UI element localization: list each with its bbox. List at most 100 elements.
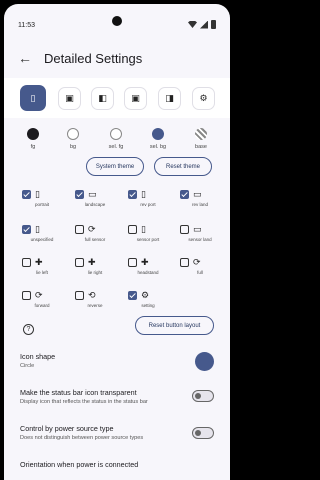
headstand-icon: ✚	[141, 257, 149, 267]
reset-layout-button[interactable]: Reset button layout	[135, 316, 214, 335]
option-label: sensor port	[136, 237, 160, 242]
option-label: landscape	[84, 202, 106, 207]
orientation-power-title: Orientation when power is connected	[20, 460, 139, 469]
transparent-title: Make the status bar icon transparent	[20, 388, 137, 397]
color-label-sel-fg: sel. fg	[108, 144, 124, 150]
power-source-toggle[interactable]	[192, 427, 214, 439]
checkbox[interactable]	[180, 258, 189, 267]
top-icon-landscape[interactable]: ◧	[91, 86, 114, 110]
option-label: full	[197, 270, 203, 275]
checkbox[interactable]	[180, 190, 189, 199]
color-swatch-sel-fg[interactable]	[110, 128, 122, 140]
checkbox[interactable]	[75, 225, 84, 234]
checkbox[interactable]	[128, 258, 137, 267]
wifi-icon	[188, 21, 197, 28]
option-label: headstand	[137, 270, 159, 275]
icon-shape-title: Icon shape	[20, 352, 56, 361]
option-reverse[interactable]: ⟲ reverse	[73, 291, 125, 315]
gear-icon: ⚙	[199, 92, 208, 103]
unspecified-icon: ▯	[35, 224, 40, 234]
color-label-sel-bg: sel. bg	[149, 144, 167, 150]
status-bar: 11:53	[4, 4, 230, 38]
rev-portrait-icon: ▯	[141, 189, 146, 199]
power-source-subtitle: Does not distinguish between power sourc…	[20, 435, 144, 441]
option-label: forward	[34, 303, 50, 308]
icon-preview-row: ▯ ▣ ◧ ▣ ◨ ⚙	[4, 78, 230, 118]
option-label: full sensor	[84, 237, 106, 242]
option-label: reverse	[87, 303, 103, 308]
full-rotation-icon: ⟳	[193, 257, 201, 267]
option-unspecified[interactable]: ▯ unspecified	[20, 225, 72, 249]
option-label: rev land	[191, 202, 208, 207]
power-source-title: Control by power source type	[20, 424, 114, 433]
checkbox[interactable]	[128, 291, 137, 300]
option-label: setting	[141, 303, 155, 308]
option-sensor-port[interactable]: ▯ sensor port	[126, 225, 178, 249]
option-rev-land[interactable]: ▭ rev land	[178, 190, 230, 214]
rev-landscape-icon: ▭	[193, 189, 202, 199]
reset-theme-button[interactable]: Reset theme	[154, 157, 212, 176]
battery-icon	[211, 20, 216, 29]
option-forward[interactable]: ⟳ forward	[20, 291, 72, 315]
portrait-phone-icon: ▣	[65, 92, 74, 103]
system-theme-button[interactable]: System theme	[86, 157, 144, 176]
option-rev-port[interactable]: ▯ rev port	[126, 190, 178, 214]
option-headstand[interactable]: ✚ headstand	[126, 258, 178, 282]
transparent-subtitle: Display icon that reflects the status in…	[20, 399, 148, 405]
option-full[interactable]: ⟳ full	[178, 258, 230, 282]
checkbox[interactable]	[22, 225, 31, 234]
help-icon[interactable]: ?	[23, 324, 34, 335]
option-label: sensor land	[188, 237, 212, 242]
top-icon-portrait-phone[interactable]: ▣	[58, 86, 81, 110]
status-icons	[188, 20, 216, 29]
color-label-bg: bg	[69, 144, 77, 150]
rev-landscape-icon: ◨	[165, 92, 174, 103]
top-icon-settings[interactable]: ⚙	[192, 86, 215, 110]
back-arrow-icon[interactable]: ←	[18, 50, 34, 66]
option-label: unspecified	[30, 237, 54, 242]
top-icon-rev-portrait[interactable]: ▣	[124, 86, 147, 110]
lie-left-icon: ✚	[35, 257, 43, 267]
portrait-icon: ▯	[30, 92, 36, 103]
checkbox[interactable]	[180, 225, 189, 234]
rev-portrait-icon: ▣	[131, 92, 140, 103]
option-label: lie left	[36, 270, 48, 275]
option-portrait[interactable]: ▯ portrait	[20, 190, 72, 214]
transparent-toggle[interactable]	[192, 390, 214, 402]
icon-shape-preview	[195, 352, 214, 371]
option-lie-left[interactable]: ✚ lie left	[20, 258, 72, 282]
color-label-fg: fg	[30, 144, 36, 150]
landscape-phone-icon: ◧	[98, 92, 107, 103]
lie-right-icon: ✚	[88, 257, 96, 267]
option-lie-right[interactable]: ✚ lie right	[73, 258, 125, 282]
top-icon-rev-landscape[interactable]: ◨	[158, 86, 181, 110]
sensor-landscape-icon: ▭	[193, 224, 202, 234]
forward-rotation-icon: ⟳	[35, 290, 43, 300]
color-swatch-base[interactable]	[195, 128, 207, 140]
color-swatch-sel-bg[interactable]	[152, 128, 164, 140]
option-label: portrait	[34, 202, 49, 207]
checkbox[interactable]	[22, 258, 31, 267]
option-label: lie right	[87, 270, 103, 275]
checkbox[interactable]	[128, 190, 137, 199]
checkbox[interactable]	[75, 258, 84, 267]
top-icon-portrait[interactable]: ▯	[20, 85, 46, 111]
color-swatch-fg[interactable]	[27, 128, 39, 140]
option-setting[interactable]: ⚙ setting	[126, 291, 178, 315]
icon-shape-value: Circle	[20, 363, 35, 369]
color-swatch-bg[interactable]	[67, 128, 79, 140]
option-full-sensor[interactable]: ⟳ full sensor	[73, 225, 125, 249]
color-settings: fg bg sel. fg sel. bg base	[4, 122, 230, 152]
option-sensor-land[interactable]: ▭ sensor land	[178, 225, 230, 249]
checkbox[interactable]	[128, 225, 137, 234]
status-time: 11:53	[18, 22, 35, 29]
option-landscape[interactable]: ▭ landscape	[73, 190, 125, 214]
gear-icon: ⚙	[141, 290, 150, 300]
app-bar: ← Detailed Settings	[4, 38, 230, 78]
checkbox[interactable]	[22, 190, 31, 199]
checkbox[interactable]	[75, 190, 84, 199]
checkbox[interactable]	[22, 291, 31, 300]
checkbox[interactable]	[75, 291, 84, 300]
color-label-base: base	[195, 144, 207, 150]
signal-icon	[200, 20, 208, 29]
